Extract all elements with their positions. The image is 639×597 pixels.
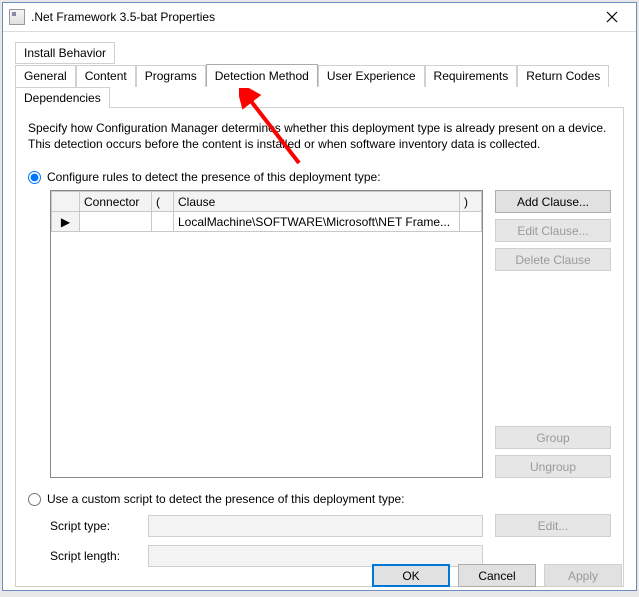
radio-configure-rules-input[interactable] — [28, 171, 41, 184]
rules-table: Connector ( Clause ) ▶ LocalMa — [51, 191, 482, 232]
script-type-label: Script type: — [50, 519, 136, 533]
script-fields: Script type: Edit... Script length: — [50, 514, 611, 567]
col-lparen[interactable]: ( — [152, 192, 174, 212]
rules-area: Connector ( Clause ) ▶ LocalMa — [50, 190, 611, 478]
tab-content[interactable]: Content — [76, 65, 136, 87]
radio-custom-script[interactable]: Use a custom script to detect the presen… — [28, 492, 611, 506]
cell-clause[interactable]: LocalMachine\SOFTWARE\Microsoft\NET Fram… — [174, 212, 460, 232]
tab-requirements[interactable]: Requirements — [425, 65, 518, 87]
radio-custom-script-input[interactable] — [28, 493, 41, 506]
window-title: .Net Framework 3.5-bat Properties — [31, 10, 590, 24]
tab-detection-method[interactable]: Detection Method — [206, 64, 318, 87]
rules-button-column: Add Clause... Edit Clause... Delete Clau… — [495, 190, 611, 478]
cancel-button[interactable]: Cancel — [458, 564, 536, 587]
radio-configure-rules-label: Configure rules to detect the presence o… — [47, 170, 381, 184]
row-marker: ▶ — [52, 212, 80, 232]
cell-connector[interactable] — [80, 212, 152, 232]
tab-general[interactable]: General — [15, 65, 76, 87]
titlebar: .Net Framework 3.5-bat Properties — [3, 3, 636, 32]
tab-install-behavior[interactable]: Install Behavior — [15, 42, 115, 64]
tab-dependencies[interactable]: Dependencies — [15, 87, 110, 108]
script-length-label: Script length: — [50, 549, 136, 563]
table-row[interactable]: ▶ LocalMachine\SOFTWARE\Microsoft\NET Fr… — [52, 212, 482, 232]
cell-lparen[interactable] — [152, 212, 174, 232]
delete-clause-button[interactable]: Delete Clause — [495, 248, 611, 271]
tab-page-detection-method: Specify how Configuration Manager determ… — [15, 107, 624, 587]
edit-clause-button[interactable]: Edit Clause... — [495, 219, 611, 242]
col-clause[interactable]: Clause — [174, 192, 460, 212]
col-connector[interactable]: Connector — [80, 192, 152, 212]
button-spacer — [495, 277, 611, 420]
group-button[interactable]: Group — [495, 426, 611, 449]
close-button[interactable] — [590, 3, 634, 31]
tab-return-codes[interactable]: Return Codes — [517, 65, 609, 87]
properties-dialog: .Net Framework 3.5-bat Properties Instal… — [2, 2, 637, 591]
apply-button[interactable]: Apply — [544, 564, 622, 587]
rules-tbody: ▶ LocalMachine\SOFTWARE\Microsoft\NET Fr… — [52, 212, 482, 232]
add-clause-button[interactable]: Add Clause... — [495, 190, 611, 213]
dialog-button-row: OK Cancel Apply — [372, 564, 622, 587]
col-rowheader[interactable] — [52, 192, 80, 212]
script-type-value — [148, 515, 483, 537]
col-rparen[interactable]: ) — [460, 192, 482, 212]
client-area: Install Behavior General Content Program… — [3, 32, 636, 597]
tab-programs[interactable]: Programs — [136, 65, 206, 87]
close-icon — [606, 11, 618, 23]
ok-button[interactable]: OK — [372, 564, 450, 587]
edit-script-button[interactable]: Edit... — [495, 514, 611, 537]
tab-user-experience[interactable]: User Experience — [318, 65, 425, 87]
radio-configure-rules[interactable]: Configure rules to detect the presence o… — [28, 170, 611, 184]
page-description: Specify how Configuration Manager determ… — [28, 120, 611, 152]
tab-row-top: Install Behavior — [15, 42, 624, 64]
ungroup-button[interactable]: Ungroup — [495, 455, 611, 478]
app-icon — [9, 9, 25, 25]
rules-grid[interactable]: Connector ( Clause ) ▶ LocalMa — [50, 190, 483, 478]
tab-row-bottom: General Content Programs Detection Metho… — [15, 65, 624, 108]
radio-custom-script-label: Use a custom script to detect the presen… — [47, 492, 405, 506]
cell-rparen[interactable] — [460, 212, 482, 232]
